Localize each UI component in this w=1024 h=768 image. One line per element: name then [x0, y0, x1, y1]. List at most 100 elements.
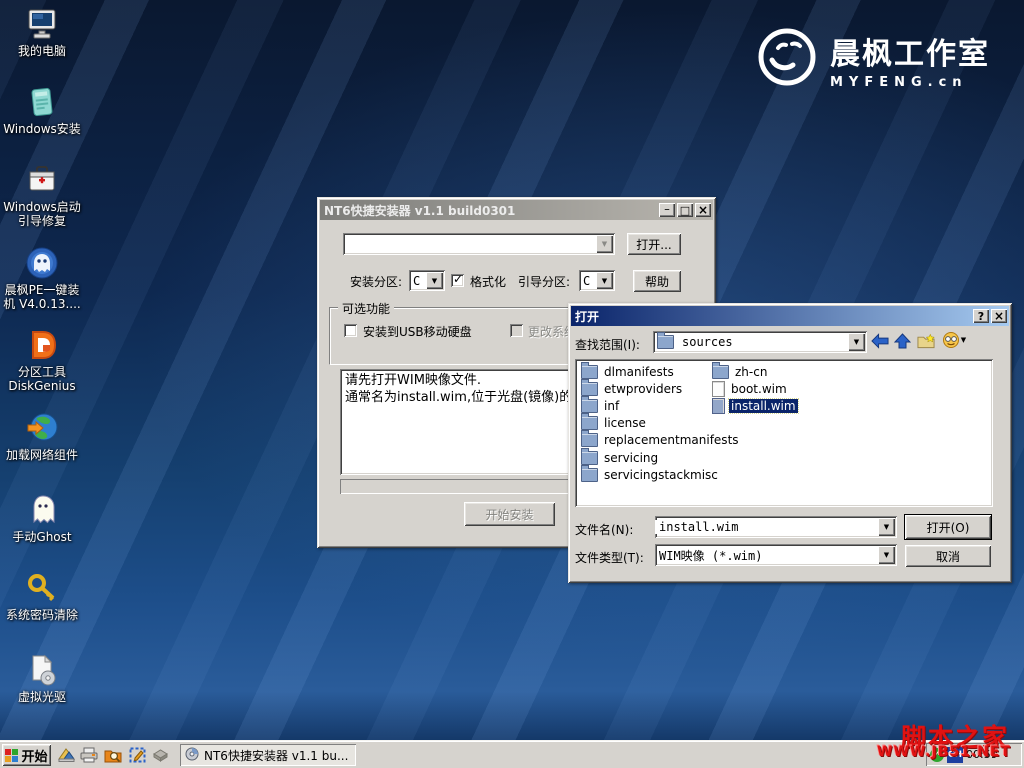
brand-logo: 晨枫工作室 MYFENG.cn	[756, 26, 990, 92]
file-type-label: 文件类型(T):	[575, 549, 644, 566]
list-item[interactable]: servicingstackmisc	[581, 467, 720, 483]
dialog-cancel-button-label: 取消	[936, 548, 960, 565]
help-button[interactable]: 帮助	[633, 270, 681, 292]
new-folder-icon[interactable]	[917, 332, 935, 349]
desktop-icon-label: 晨枫PE一键装	[0, 283, 84, 297]
quicklaunch-package-icon[interactable]	[151, 746, 169, 763]
list-item[interactable]: license	[581, 415, 648, 431]
wim-path-combobox[interactable]	[343, 233, 615, 255]
nt6-titlebar[interactable]: NT6快捷安装器 v1.1 build0301	[320, 200, 713, 220]
quicklaunch-desktop-icon[interactable]	[57, 746, 75, 763]
open-dialog-titlebar[interactable]: 打开	[571, 306, 1009, 326]
start-install-button[interactable]: 开始安装	[464, 502, 555, 526]
desktop-icon-label-line2: 机 V4.0.13....	[0, 297, 84, 311]
boot-partition-select[interactable]: C	[579, 270, 615, 291]
dialog-help-button[interactable]	[973, 309, 989, 323]
chevron-down-icon[interactable]	[596, 272, 613, 289]
brand-logo-icon	[756, 26, 818, 92]
chevron-down-icon[interactable]	[878, 518, 895, 536]
install-partition-select[interactable]: C	[409, 270, 445, 291]
quicklaunch-search-folder-icon[interactable]	[104, 746, 122, 763]
taskbar-task-nt6[interactable]: NT6快捷安装器 v1.1 bu...	[180, 744, 356, 766]
look-in-select[interactable]: sources	[653, 331, 867, 353]
file-type-select[interactable]: WIM映像 (*.wim)	[655, 544, 897, 566]
file-name: zh-cn	[733, 365, 769, 379]
nt6-open-button[interactable]: 打开...	[627, 233, 681, 255]
file-name: license	[602, 416, 648, 430]
file-name: replacementmanifests	[602, 433, 741, 447]
quicklaunch-printer-icon[interactable]	[80, 746, 98, 763]
boot-repair-toolbox-icon	[24, 162, 60, 198]
desktop-icon-label-line2: DiskGenius	[0, 379, 84, 393]
chevron-down-icon[interactable]	[848, 333, 865, 351]
install-partition-label: 安装分区:	[350, 273, 402, 290]
folder-icon	[581, 468, 598, 482]
file-name: inf	[602, 399, 621, 413]
dialog-cancel-button[interactable]: 取消	[905, 545, 991, 567]
back-icon[interactable]	[871, 332, 889, 349]
list-item[interactable]: etwproviders	[581, 381, 684, 397]
list-item[interactable]: replacementmanifests	[581, 432, 741, 448]
start-button[interactable]: 开始	[2, 744, 51, 766]
view-menu-icon[interactable]: ▼	[941, 331, 967, 348]
diskgenius-icon	[24, 327, 60, 363]
desktop-icon-network[interactable]: 加载网络组件	[0, 410, 84, 462]
file-name: boot.wim	[729, 382, 789, 396]
desktop-icon-password-clear[interactable]: 系统密码清除	[0, 570, 84, 622]
desktop-icon-label: 我的电脑	[0, 44, 84, 58]
desktop-icon-pe-installer[interactable]: 晨枫PE一键装 机 V4.0.13....	[0, 245, 84, 311]
open-dialog-title: 打开	[575, 308, 599, 325]
watermark-url: WWW.JB51.NET	[877, 744, 1011, 760]
usb-install-checkbox[interactable]	[344, 324, 357, 337]
folder-icon	[581, 365, 598, 379]
desktop-icon-boot-repair[interactable]: Windows启动 引导修复	[0, 162, 84, 228]
desktop-icon-diskgenius[interactable]: 分区工具 DiskGenius	[0, 327, 84, 393]
file-icon	[712, 381, 725, 397]
dialog-open-button-label: 打开(O)	[927, 519, 970, 536]
change-system-checkbox[interactable]	[510, 324, 523, 337]
file-list[interactable]: dlmanifests etwproviders inf license rep…	[575, 359, 993, 507]
task-button-label: NT6快捷安装器 v1.1 bu...	[204, 747, 348, 764]
list-item[interactable]: zh-cn	[712, 364, 769, 380]
boot-partition-label: 引导分区:	[518, 273, 570, 290]
up-folder-icon[interactable]	[893, 332, 911, 349]
folder-icon	[657, 335, 674, 349]
desktop-icon-label: 手动Ghost	[0, 530, 84, 544]
file-name: install.wim	[729, 399, 798, 413]
list-item[interactable]: dlmanifests	[581, 364, 676, 380]
file-name-combobox[interactable]	[655, 516, 897, 538]
desktop-icon-label: 加载网络组件	[0, 448, 84, 462]
quicklaunch-capture-icon[interactable]	[128, 746, 146, 763]
list-item[interactable]: boot.wim	[712, 381, 789, 397]
format-checkbox[interactable]	[451, 274, 464, 287]
dialog-open-button[interactable]: 打开(O)	[905, 515, 991, 539]
list-item[interactable]: servicing	[581, 450, 660, 466]
my-computer-icon	[24, 6, 60, 42]
desktop-icon-ghost[interactable]: 手动Ghost	[0, 492, 84, 544]
desktop-icon-my-computer[interactable]: 我的电脑	[0, 6, 84, 58]
dialog-close-button[interactable]	[991, 309, 1007, 323]
desktop-icon-windows-install[interactable]: Windows安装	[0, 84, 84, 136]
desktop-icon-label: 虚拟光驱	[0, 690, 84, 704]
desktop-icon-virtual-cd[interactable]: 虚拟光驱	[0, 652, 84, 704]
list-item[interactable]: inf	[581, 398, 621, 414]
chevron-down-icon[interactable]	[596, 235, 613, 253]
list-item-selected[interactable]: install.wim	[712, 398, 798, 414]
open-file-dialog: 打开 查找范围(I): sources ▼ dlmanifests etwpro…	[568, 303, 1012, 583]
close-button[interactable]	[695, 203, 711, 217]
desktop-icon-label: 分区工具	[0, 365, 84, 379]
maximize-button[interactable]	[677, 203, 693, 217]
file-name: etwproviders	[602, 382, 684, 396]
nt6-window-title: NT6快捷安装器 v1.1 build0301	[324, 202, 515, 219]
file-name-label: 文件名(N):	[575, 521, 633, 538]
windows-install-icon	[24, 84, 60, 120]
taskbar: 开始 NT6快捷安装器 v1.1 bu... CH 00:59	[0, 740, 1024, 768]
chevron-down-icon[interactable]	[426, 272, 443, 289]
desktop-icon-label: Windows安装	[0, 122, 84, 136]
start-button-label: 开始	[21, 746, 47, 765]
file-type-value: WIM映像 (*.wim)	[655, 547, 876, 564]
chevron-down-icon[interactable]	[878, 546, 895, 564]
file-name-input[interactable]	[655, 520, 876, 534]
minimize-button[interactable]	[659, 203, 675, 217]
desktop-icon-label-line2: 引导修复	[0, 214, 84, 228]
